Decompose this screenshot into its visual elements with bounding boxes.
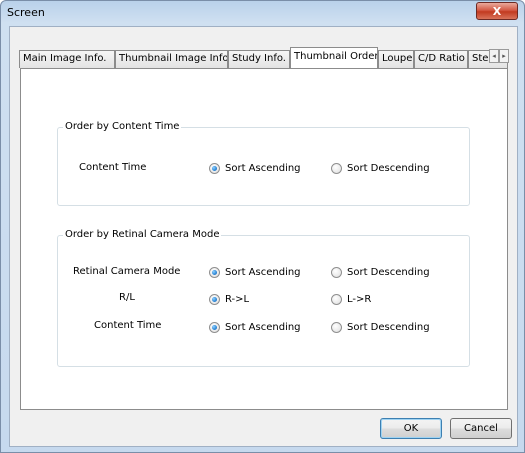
tab-scroll-right-button[interactable]: ▸ [499,49,509,63]
radio-checked-icon [209,293,220,305]
cancel-button[interactable]: Cancel [450,418,512,439]
radio-retinal-descending[interactable]: Sort Descending [331,265,430,279]
radio-content-time-ascending[interactable]: Sort Ascending [209,161,301,175]
tab-strip: Main Image Info. Thumbnail Image Info. S… [19,47,511,68]
radio-label: Sort Ascending [225,162,301,174]
dialog-window: Screen X Main Image Info. Thumbnail Imag… [0,0,525,453]
close-icon: X [492,5,502,18]
chevron-right-icon: ▸ [502,52,506,60]
tab-thumbnail-image-info[interactable]: Thumbnail Image Info. [115,50,228,68]
radio-label: Sort Descending [347,321,430,333]
close-button[interactable]: X [476,2,518,20]
tab-panel-thumbnail-order: Order by Content Time Content Time Sort … [20,68,508,410]
tab-label: Thumbnail Order [294,51,378,62]
radio-unchecked-icon [331,321,342,333]
tab-study-info[interactable]: Study Info. [228,50,290,68]
chevron-left-icon: ◂ [492,52,496,60]
group-order-by-retinal-camera-mode: Order by Retinal Camera Mode Retinal Cam… [57,229,470,367]
radio-label: Sort Ascending [225,266,301,278]
ok-button[interactable]: OK [380,418,442,439]
radio-unchecked-icon [331,266,342,278]
row-label-content-time: Content Time [94,320,162,331]
tab-main-image-info[interactable]: Main Image Info. [19,50,115,68]
group-title: Order by Content Time [63,121,182,132]
radio-label: Sort Ascending [225,321,301,333]
tab-label: Study Info. [232,53,286,64]
tab-loupe[interactable]: Loupe [378,50,414,68]
row-label-r-l: R/L [119,292,135,303]
radio-checked-icon [209,162,220,174]
radio-unchecked-icon [331,293,342,305]
radio-retinal-ascending[interactable]: Sort Ascending [209,265,301,279]
title-bar[interactable]: Screen X [1,1,524,25]
window-title: Screen [7,6,45,19]
radio-content-time-descending[interactable]: Sort Descending [331,161,430,175]
group-order-by-content-time: Order by Content Time Content Time Sort … [57,121,470,206]
tab-cd-ratio[interactable]: C/D Ratio [414,50,468,68]
tab-label: C/D Ratio [418,53,465,64]
tab-scroll-left-button[interactable]: ◂ [489,49,499,63]
radio-label: R->L [225,293,250,305]
radio-checked-icon [209,266,220,278]
radio-unchecked-icon [331,162,342,174]
radio-retinal-content-time-ascending[interactable]: Sort Ascending [209,320,301,334]
dialog-client-area: Main Image Info. Thumbnail Image Info. S… [9,26,518,447]
radio-checked-icon [209,321,220,333]
radio-retinal-content-time-descending[interactable]: Sort Descending [331,320,430,334]
radio-label: L->R [347,293,372,305]
tab-label: Loupe [382,53,413,64]
radio-r-to-l[interactable]: R->L [209,292,249,306]
radio-label: Sort Descending [347,266,430,278]
tab-label: Thumbnail Image Info. [119,53,228,64]
tab-label: Main Image Info. [23,53,107,64]
radio-label: Sort Descending [347,162,430,174]
row-label-retinal-camera-mode: Retinal Camera Mode [73,266,181,277]
tab-thumbnail-order[interactable]: Thumbnail Order [290,47,378,68]
group-title: Order by Retinal Camera Mode [63,229,222,240]
radio-l-to-r[interactable]: L->R [331,292,371,306]
row-label-content-time: Content Time [79,162,147,173]
